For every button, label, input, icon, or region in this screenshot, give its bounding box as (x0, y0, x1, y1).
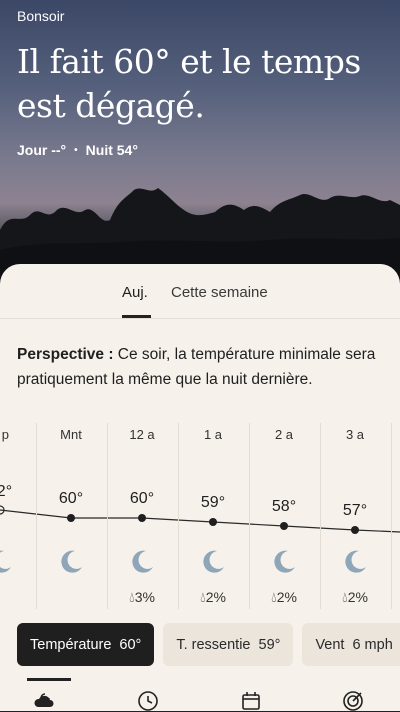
moon-icon (0, 550, 11, 573)
night-temp: Nuit 54° (85, 142, 138, 158)
headline: Il fait 60° et le temps est dégagé. (17, 42, 361, 125)
hourly-forecast[interactable]: 0 p 62° Mnt 60° 12 a 60° 💧︎3% 1 a 59° 💧︎… (0, 421, 400, 611)
hero-sky: Bonsoir Il fait 60° et le temps est déga… (0, 0, 400, 290)
hour-temp: 59° (200, 494, 226, 511)
forecast-sheet: Auj. Cette semaine Perspective : Ce soir… (0, 264, 400, 711)
moon-icon (274, 550, 295, 573)
hour-temp: 60° (58, 490, 84, 507)
hour-column: 12 a 60° 💧︎3% (107, 421, 177, 611)
hour-label: 1 a (203, 427, 223, 442)
hour-label: 2 a (274, 427, 294, 442)
hour-column: Mnt 60° (36, 421, 106, 611)
hour-column: 0 p 62° (0, 421, 35, 611)
summary-title: Perspective : (17, 346, 114, 363)
outlook-summary: Perspective : Ce soir, la température mi… (17, 342, 383, 392)
radar-icon[interactable] (342, 690, 364, 712)
day-night-temps: Jour --° • Nuit 54° (17, 142, 138, 158)
precip-chance: 💧︎2% (271, 589, 297, 605)
nav-active-indicator (27, 678, 71, 681)
hour-label: 3 a (345, 427, 365, 442)
greeting: Bonsoir (17, 8, 65, 24)
metric-chips: Température 60° T. ressentie 59° Vent 6 mph (17, 623, 400, 666)
precip-chance: 💧︎2% (200, 589, 226, 605)
day-temp: Jour --° (17, 142, 67, 158)
hour-temp: 57° (342, 502, 368, 519)
tab-underline (122, 315, 151, 318)
bottom-navigation (0, 678, 400, 711)
hour-temp: 62° (0, 483, 13, 500)
hour-column: 3 a 57° 💧︎2% (320, 421, 390, 611)
wind-chip[interactable]: Vent 6 mph (302, 623, 400, 666)
tab-this-week[interactable]: Cette semaine (171, 284, 268, 301)
hour-temp: 60° (129, 490, 155, 507)
hour-label: Mnt (60, 427, 82, 442)
feels-like-chip[interactable]: T. ressentie 59° (163, 623, 294, 666)
moon-icon (61, 550, 82, 573)
moon-icon (203, 550, 224, 573)
tab-today[interactable]: Auj. (122, 284, 148, 301)
calendar-icon[interactable] (240, 690, 262, 712)
precip-chance: 💧︎2% (342, 589, 368, 605)
hour-label: 12 a (129, 427, 155, 442)
weather-icon[interactable] (33, 690, 55, 712)
hour-column (391, 421, 400, 611)
clock-icon[interactable] (137, 690, 159, 712)
hour-column: 1 a 59° 💧︎2% (178, 421, 248, 611)
hour-label: 0 p (0, 427, 10, 442)
temperature-chip[interactable]: Température 60° (17, 623, 155, 666)
moon-icon (345, 550, 366, 573)
separator-dot: • (74, 144, 78, 156)
precip-chance: 💧︎3% (129, 589, 155, 605)
hour-temp: 58° (271, 498, 297, 515)
tab-bar: Auj. Cette semaine (0, 264, 400, 319)
hour-column: 2 a 58° 💧︎2% (249, 421, 319, 611)
moon-icon (132, 550, 153, 573)
